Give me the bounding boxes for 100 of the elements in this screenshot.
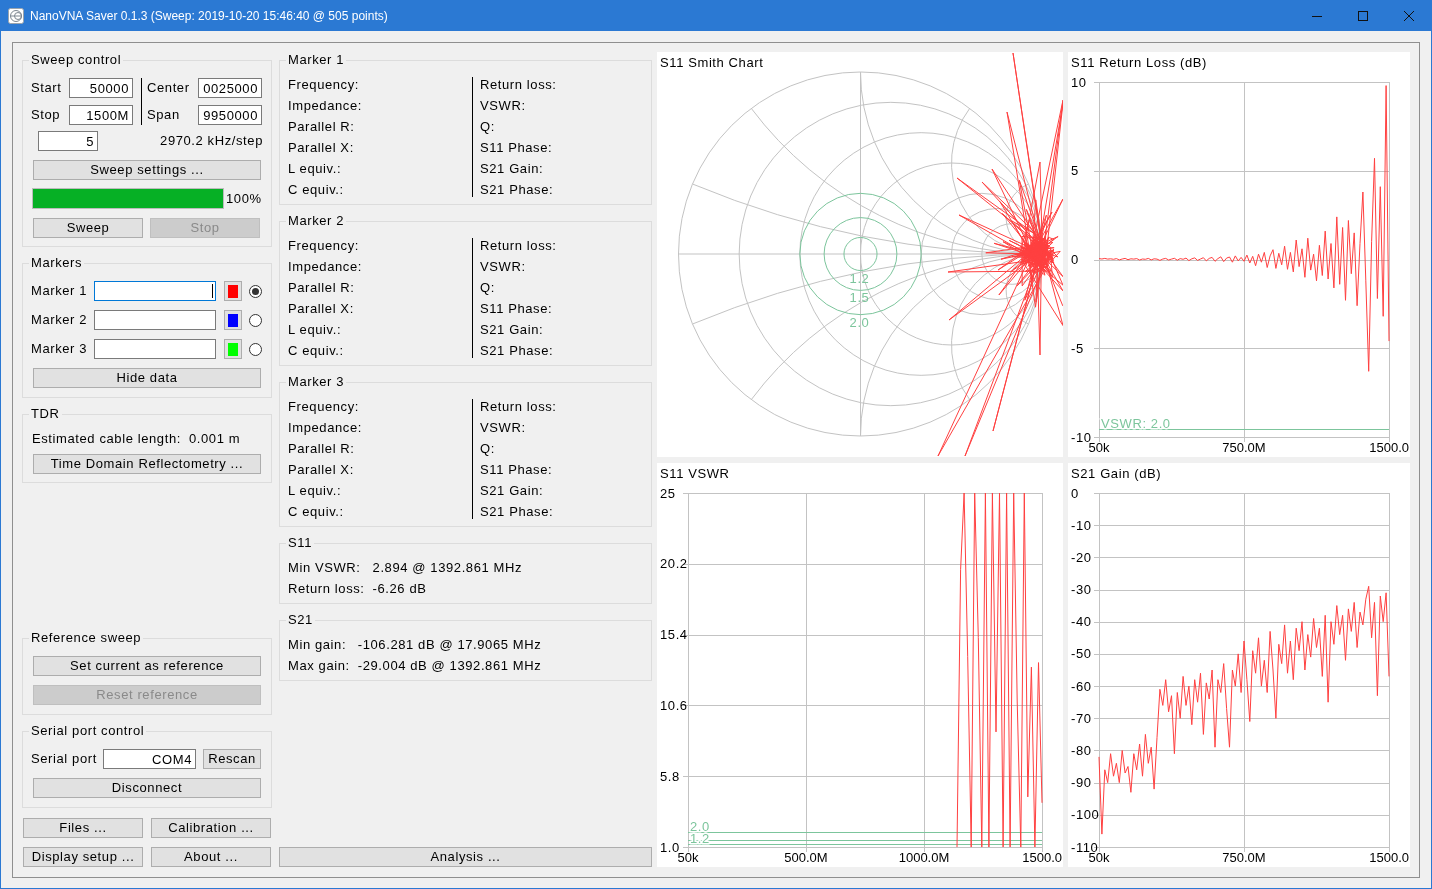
disconnect-button[interactable]: Disconnect bbox=[33, 778, 261, 798]
chart-title: S11 Smith Chart bbox=[660, 55, 764, 70]
y-tick-label: 5 bbox=[1071, 163, 1079, 179]
x-tick-label: 50k bbox=[677, 850, 699, 865]
marker-detail-label: VSWR: bbox=[479, 97, 527, 115]
marker-detail-label: Q: bbox=[479, 118, 496, 136]
marker-detail-label: C equiv.: bbox=[288, 342, 345, 360]
sweep-button[interactable]: Sweep bbox=[33, 218, 143, 238]
x-tick-label: 1500.0 bbox=[1369, 440, 1409, 455]
marker-radio-button[interactable] bbox=[249, 342, 262, 356]
marker-frequency-field[interactable] bbox=[94, 310, 216, 330]
marker-detail-label: L equiv.: bbox=[288, 321, 343, 339]
serial-port-label: Serial port bbox=[31, 751, 98, 767]
marker-detail-label: Parallel X: bbox=[288, 461, 355, 479]
summary-label: Max gain: bbox=[288, 657, 350, 675]
marker-detail-label: Frequency: bbox=[288, 76, 361, 94]
marker-detail-label: VSWR: bbox=[479, 419, 527, 437]
summary-label: Return loss: bbox=[288, 580, 365, 598]
reference-line-label: 2.0 bbox=[690, 819, 710, 834]
y-tick-label: -40 bbox=[1071, 614, 1092, 630]
marker-detail-label: Parallel R: bbox=[288, 279, 356, 297]
marker-detail-label: Impedance: bbox=[288, 97, 363, 115]
summary-label: Min VSWR: bbox=[288, 559, 362, 577]
y-tick-label: -60 bbox=[1071, 678, 1092, 694]
text-caret-icon bbox=[212, 284, 213, 298]
marker-detail-label: Parallel X: bbox=[288, 139, 355, 157]
hide-data-button[interactable]: Hide data bbox=[33, 368, 261, 388]
x-tick-label: 50k bbox=[1088, 440, 1110, 455]
field-label: Start bbox=[31, 80, 63, 96]
marker-detail-label: S21 Gain: bbox=[479, 321, 545, 339]
marker-detail-label: S21 Phase: bbox=[479, 181, 555, 199]
marker-detail-label: C equiv.: bbox=[288, 503, 345, 521]
frequency-field[interactable]: 50000 bbox=[69, 78, 133, 98]
about-button[interactable]: About ... bbox=[151, 847, 271, 867]
serial-port-field[interactable]: COM4 bbox=[103, 749, 196, 769]
frequency-field[interactable]: 1500M bbox=[69, 105, 133, 125]
group-title: Marker 2 bbox=[287, 213, 346, 229]
marker-detail-label: Q: bbox=[479, 440, 496, 458]
marker-color-button[interactable] bbox=[224, 310, 242, 330]
set-reference-button[interactable]: Set current as reference bbox=[33, 656, 261, 676]
frequency-field[interactable]: 9950000 bbox=[198, 105, 262, 125]
vswr-circle-label: 2.0 bbox=[849, 314, 870, 330]
y-tick-label: 10 bbox=[1071, 74, 1087, 90]
marker-detail-label: Parallel X: bbox=[288, 300, 355, 318]
y-tick-label: 0 bbox=[1071, 485, 1079, 501]
x-tick-label: 750.0M bbox=[1222, 440, 1266, 455]
marker-color-button[interactable] bbox=[224, 281, 242, 301]
field-label: Center bbox=[147, 80, 191, 96]
window-title: NanoVNA Saver 0.1.3 (Sweep: 2019-10-20 15:46:40 @ 505 points) bbox=[30, 8, 389, 23]
marker-detail-label: S21 Gain: bbox=[479, 482, 545, 500]
marker-radio-button[interactable] bbox=[249, 284, 262, 298]
marker-detail-label: Parallel R: bbox=[288, 440, 356, 458]
marker-detail-label: Frequency: bbox=[288, 398, 361, 416]
y-tick-label: -10 bbox=[1071, 517, 1092, 533]
vswr-circle-label: 1.5 bbox=[849, 290, 870, 306]
group-title: S11 bbox=[287, 535, 313, 551]
files-button[interactable]: Files ... bbox=[23, 818, 143, 838]
marker-frequency-field[interactable] bbox=[94, 339, 216, 359]
marker-detail-label: S11 Phase: bbox=[479, 139, 554, 157]
y-tick-label: -50 bbox=[1071, 646, 1092, 662]
progress-percent: 100% bbox=[226, 190, 262, 207]
marker-detail-label: L equiv.: bbox=[288, 160, 343, 178]
marker-radio-button[interactable] bbox=[249, 313, 262, 327]
calibration-button[interactable]: Calibration ... bbox=[151, 818, 271, 838]
analysis-button[interactable]: Analysis ... bbox=[279, 847, 652, 867]
close-icon bbox=[1404, 10, 1414, 21]
x-tick-label: 1500.0 bbox=[1022, 850, 1062, 865]
marker-label: Marker 3 bbox=[31, 341, 89, 357]
chart-title: S11 VSWR bbox=[660, 466, 730, 481]
marker-color-button[interactable] bbox=[224, 339, 242, 359]
y-tick-label: -100 bbox=[1071, 807, 1100, 823]
chart-title: S21 Gain (dB) bbox=[1071, 466, 1162, 481]
x-tick-label: 1500.0 bbox=[1369, 850, 1409, 865]
marker-detail-label: Return loss: bbox=[479, 237, 558, 255]
group-title: S21 bbox=[287, 612, 314, 628]
sweep-settings-button[interactable]: Sweep settings ... bbox=[33, 160, 261, 180]
group-title: Reference sweep bbox=[30, 630, 143, 646]
rescan-button[interactable]: Rescan bbox=[203, 749, 261, 769]
y-tick-label: 5.8 bbox=[660, 768, 680, 784]
chart-title: S11 Return Loss (dB) bbox=[1071, 55, 1208, 70]
y-tick-label: 0 bbox=[1071, 252, 1079, 267]
group-title: Marker 3 bbox=[287, 374, 346, 390]
y-tick-label: 15.4 bbox=[660, 627, 688, 643]
marker-detail-label: S11 Phase: bbox=[479, 461, 554, 479]
display-setup-button[interactable]: Display setup ... bbox=[23, 847, 143, 867]
tdr-button[interactable]: Time Domain Reflectometry ... bbox=[33, 454, 261, 474]
marker-detail-label: Return loss: bbox=[479, 76, 558, 94]
marker-detail-label: Return loss: bbox=[479, 398, 558, 416]
group-title: Markers bbox=[30, 255, 84, 271]
cable-length-value: 0.001 m bbox=[188, 431, 241, 447]
marker-frequency-field[interactable] bbox=[94, 281, 216, 301]
field-label: Stop bbox=[31, 107, 62, 123]
x-tick-label: 50k bbox=[1088, 850, 1110, 865]
marker-detail-label: S21 Gain: bbox=[479, 160, 545, 178]
summary-value: -6.26 dB bbox=[372, 580, 428, 598]
group-title: Sweep control bbox=[30, 52, 123, 68]
frequency-field[interactable]: 0025000 bbox=[198, 78, 262, 98]
count-field[interactable]: 5 bbox=[38, 131, 98, 151]
app-icon bbox=[8, 7, 24, 24]
marker-detail-label: Parallel R: bbox=[288, 118, 356, 136]
